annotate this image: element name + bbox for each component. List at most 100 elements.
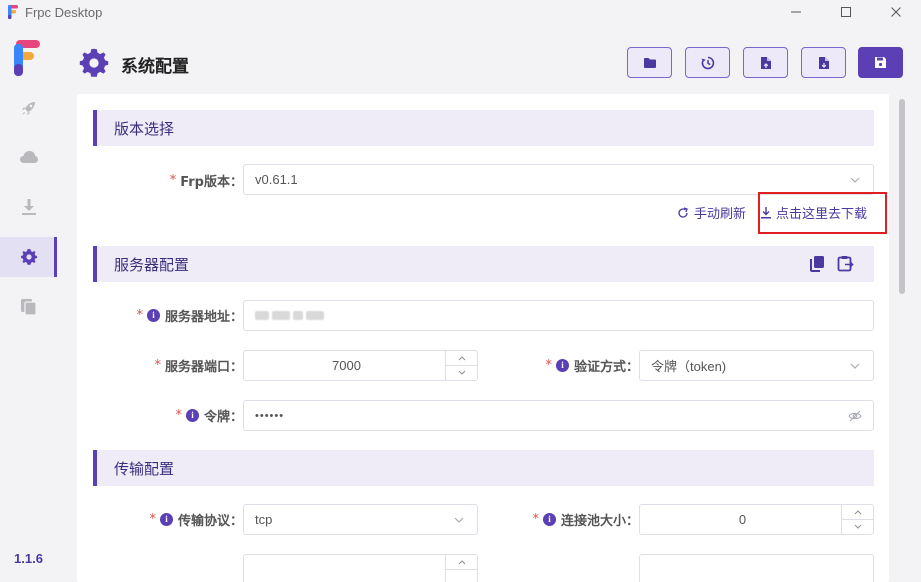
server-port-value: 7000: [332, 358, 361, 373]
file-import-icon: [818, 56, 829, 69]
auth-method-select[interactable]: 令牌（token): [639, 350, 874, 381]
nav-item-home[interactable]: [0, 88, 57, 128]
auth-method-value: 令牌（token): [651, 359, 727, 374]
server-actions: [809, 255, 854, 272]
section-transport-header: 传输配置: [93, 450, 874, 486]
nav-item-docs[interactable]: [0, 287, 57, 327]
pool-size-input[interactable]: 0: [639, 504, 874, 535]
protocol-value: tcp: [255, 512, 273, 527]
page-header: 系统配置: [57, 24, 921, 94]
info-icon[interactable]: i: [185, 408, 199, 422]
section-title: 传输配置: [114, 459, 175, 478]
close-icon: [891, 7, 901, 17]
close-button[interactable]: [871, 0, 921, 24]
paste-icon[interactable]: [837, 255, 854, 272]
refresh-icon: [678, 206, 688, 218]
app-logo-icon: [7, 5, 19, 19]
gear-icon: [79, 48, 109, 77]
nav-item-download[interactable]: [0, 187, 57, 227]
token-value: ••••••: [255, 409, 285, 422]
window-title: Frpc Desktop: [25, 4, 103, 20]
server-port-input[interactable]: 7000: [243, 350, 478, 381]
required-mark: *: [545, 357, 552, 373]
window-controls: [771, 0, 921, 24]
decrement-button[interactable]: [446, 366, 477, 380]
scrollbar-thumb[interactable]: [899, 99, 905, 294]
next-row-input-left[interactable]: [243, 554, 478, 582]
increment-button[interactable]: [446, 555, 477, 570]
copy-icon[interactable]: [809, 255, 825, 272]
file-export-icon: [760, 56, 771, 69]
maximize-button[interactable]: [821, 0, 871, 24]
increment-button[interactable]: [842, 505, 873, 520]
main-content: 系统配置 版本选择 * Frp版本： v0.61.1 手动刷新 点击这里去下载 …: [57, 24, 921, 582]
decrement-button[interactable]: [842, 520, 873, 534]
frp-version-value: v0.61.1: [255, 172, 298, 187]
frp-version-select[interactable]: v0.61.1: [243, 164, 874, 195]
app-version: 1.1.6: [14, 551, 43, 566]
section-version-header: 版本选择: [93, 110, 874, 146]
token-input[interactable]: ••••••: [243, 400, 874, 431]
info-icon[interactable]: i: [146, 308, 160, 322]
gear-icon: [20, 249, 37, 265]
chevron-up-icon: [854, 510, 861, 515]
required-mark: *: [149, 511, 156, 527]
pool-stepper: [841, 505, 873, 534]
next-row-input-right[interactable]: [639, 554, 874, 582]
open-folder-button[interactable]: [627, 47, 672, 78]
server-port-label: * 服务器端口：: [154, 357, 243, 375]
file-copy-icon: [20, 299, 37, 316]
increment-button[interactable]: [446, 351, 477, 366]
required-mark: *: [154, 357, 161, 373]
cloud-icon: [19, 151, 38, 163]
refresh-versions-link[interactable]: 手动刷新: [677, 203, 746, 222]
auth-method-label: * i 验证方式：: [545, 357, 639, 375]
required-mark: *: [175, 407, 182, 423]
folder-icon: [643, 57, 656, 68]
nav-item-proxy[interactable]: [0, 137, 57, 177]
page-title: 系统配置: [121, 57, 189, 77]
chevron-up-icon: [458, 356, 465, 361]
import-config-button[interactable]: [801, 47, 846, 78]
minimize-button[interactable]: [771, 0, 821, 24]
server-address-label: * i 服务器地址：: [136, 307, 243, 325]
pool-size-label: * i 连接池大小：: [532, 511, 639, 529]
server-address-input[interactable]: [243, 300, 874, 331]
rocket-icon: [21, 102, 35, 115]
protocol-select[interactable]: tcp: [243, 504, 478, 535]
chevron-up-icon: [458, 560, 465, 565]
settings-card: 版本选择 * Frp版本： v0.61.1 手动刷新 点击这里去下载 服务器配置: [77, 94, 889, 582]
save-icon: [875, 57, 886, 68]
eye-slash-icon[interactable]: [848, 410, 862, 422]
export-config-button[interactable]: [743, 47, 788, 78]
chevron-down-icon: [850, 177, 860, 183]
reset-button[interactable]: [685, 47, 730, 78]
info-icon[interactable]: i: [542, 512, 556, 526]
save-button[interactable]: [858, 47, 903, 78]
chevron-down-icon: [850, 363, 860, 369]
scrollbar[interactable]: [898, 94, 906, 582]
chevron-down-icon: [458, 370, 465, 375]
port-stepper: [445, 351, 477, 380]
chevron-down-icon: [854, 524, 861, 529]
required-mark: *: [532, 511, 539, 527]
section-title: 版本选择: [114, 119, 175, 138]
minimize-icon: [791, 11, 801, 13]
stepper: [445, 555, 477, 582]
nav-item-settings[interactable]: [0, 237, 57, 277]
protocol-label: * i 传输协议：: [149, 511, 243, 529]
info-icon[interactable]: i: [555, 358, 569, 372]
info-icon[interactable]: i: [159, 512, 173, 526]
title-bar: Frpc Desktop: [0, 0, 921, 24]
frp-version-label: * Frp版本：: [169, 172, 243, 190]
section-server-header: 服务器配置: [93, 246, 874, 282]
required-mark: *: [136, 307, 143, 323]
chevron-down-icon: [454, 517, 464, 523]
redacted-address: [255, 311, 324, 320]
token-label: * i 令牌：: [175, 407, 243, 425]
brand-logo: [14, 40, 40, 76]
required-mark: *: [169, 172, 177, 188]
sidebar: 1.1.6: [0, 24, 57, 582]
maximize-icon: [841, 7, 851, 17]
section-title: 服务器配置: [114, 255, 190, 274]
